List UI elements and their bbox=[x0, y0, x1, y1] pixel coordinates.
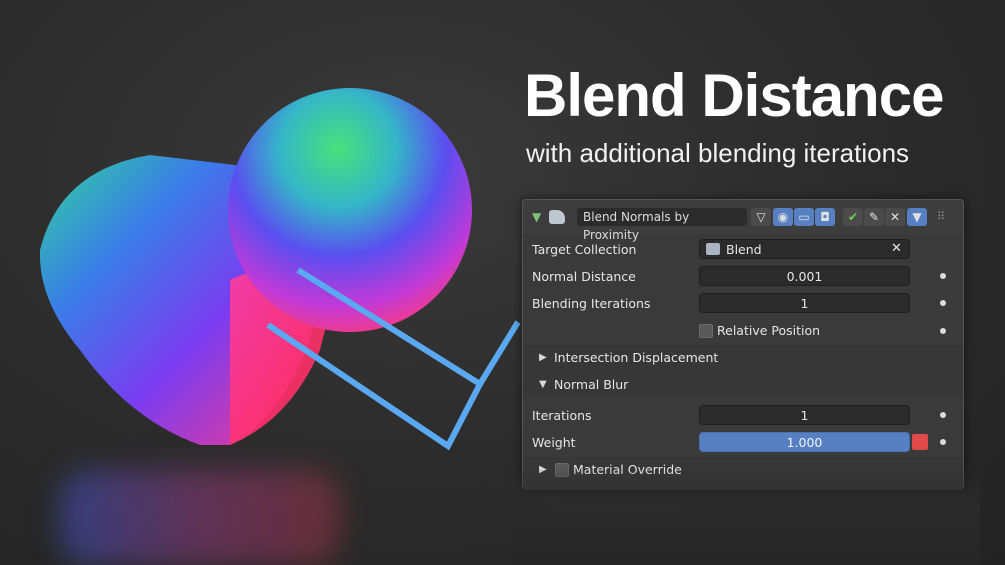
target-collection-value: Blend bbox=[726, 242, 762, 257]
subpanel-label: Normal Blur bbox=[554, 377, 629, 392]
keyframe-dot-icon[interactable] bbox=[940, 328, 946, 334]
subpanel-normal-blur[interactable]: ▼ Normal Blur bbox=[523, 372, 963, 398]
keyframe-dot-icon[interactable] bbox=[940, 412, 946, 418]
sphere-object bbox=[228, 88, 472, 332]
relative-position-label: Relative Position bbox=[717, 323, 821, 338]
subpanel-label: Intersection Displacement bbox=[554, 350, 719, 365]
normal-distance-label: Normal Distance bbox=[532, 269, 636, 284]
keyframe-dot-icon[interactable] bbox=[940, 300, 946, 306]
page-subtitle: with additional blending iterations bbox=[526, 138, 910, 168]
modifier-panel: ▼ Blend Normals by Proximity ▽ ◉ ▭ ◘ ✔ ✎… bbox=[522, 199, 964, 490]
collapse-triangle-icon: ▼ bbox=[539, 379, 547, 390]
blur-weight-label: Weight bbox=[532, 435, 576, 450]
render-icon[interactable]: ◘ bbox=[815, 208, 835, 226]
keyframe-dot-icon[interactable] bbox=[940, 273, 946, 279]
keyframe-dot-icon[interactable] bbox=[940, 439, 946, 445]
normal-distance-field[interactable]: 0.001 bbox=[699, 266, 910, 286]
target-collection-label: Target Collection bbox=[532, 242, 637, 257]
clear-collection-icon[interactable]: ✕ bbox=[891, 241, 902, 256]
viewport-icon[interactable]: ▭ bbox=[794, 208, 814, 226]
blur-iterations-field[interactable]: 1 bbox=[699, 405, 910, 425]
drag-grip-icon[interactable]: ⠿ bbox=[937, 208, 945, 226]
page-title: Blend Distance bbox=[524, 62, 944, 129]
target-collection-field[interactable]: Blend bbox=[699, 239, 910, 259]
modifier-name-field[interactable]: Blend Normals by Proximity bbox=[577, 208, 747, 242]
expand-triangle-icon: ▶ bbox=[539, 352, 547, 363]
blur-weight-slider[interactable]: 1.000 bbox=[699, 432, 910, 452]
modifier-icon bbox=[549, 210, 565, 224]
close-icon[interactable]: ✕ bbox=[885, 208, 905, 226]
mesh-icon[interactable]: ▽ bbox=[751, 208, 771, 226]
collection-icon bbox=[706, 243, 720, 255]
blur-iterations-label: Iterations bbox=[532, 408, 592, 423]
subpanel-intersection-displacement[interactable]: ▶ Intersection Displacement bbox=[523, 345, 963, 371]
apply-check-icon[interactable]: ✔ bbox=[843, 208, 863, 226]
vertex-group-icon[interactable] bbox=[912, 434, 928, 450]
modifier-header: ▼ Blend Normals by Proximity ▽ ◉ ▭ ◘ ✔ ✎… bbox=[523, 200, 963, 242]
dropdown-icon[interactable]: ▼ bbox=[907, 208, 927, 226]
blending-iterations-field[interactable]: 1 bbox=[699, 293, 910, 313]
relative-position-checkbox[interactable] bbox=[699, 324, 713, 338]
floor-reflection bbox=[60, 470, 340, 565]
blending-iterations-label: Blending Iterations bbox=[532, 296, 651, 311]
edit-mode-icon[interactable]: ◉ bbox=[773, 208, 793, 226]
eyedropper-icon[interactable]: ✎ bbox=[864, 208, 884, 226]
collapse-triangle-icon[interactable]: ▼ bbox=[532, 208, 541, 226]
panel-reflection-fade bbox=[510, 468, 980, 565]
